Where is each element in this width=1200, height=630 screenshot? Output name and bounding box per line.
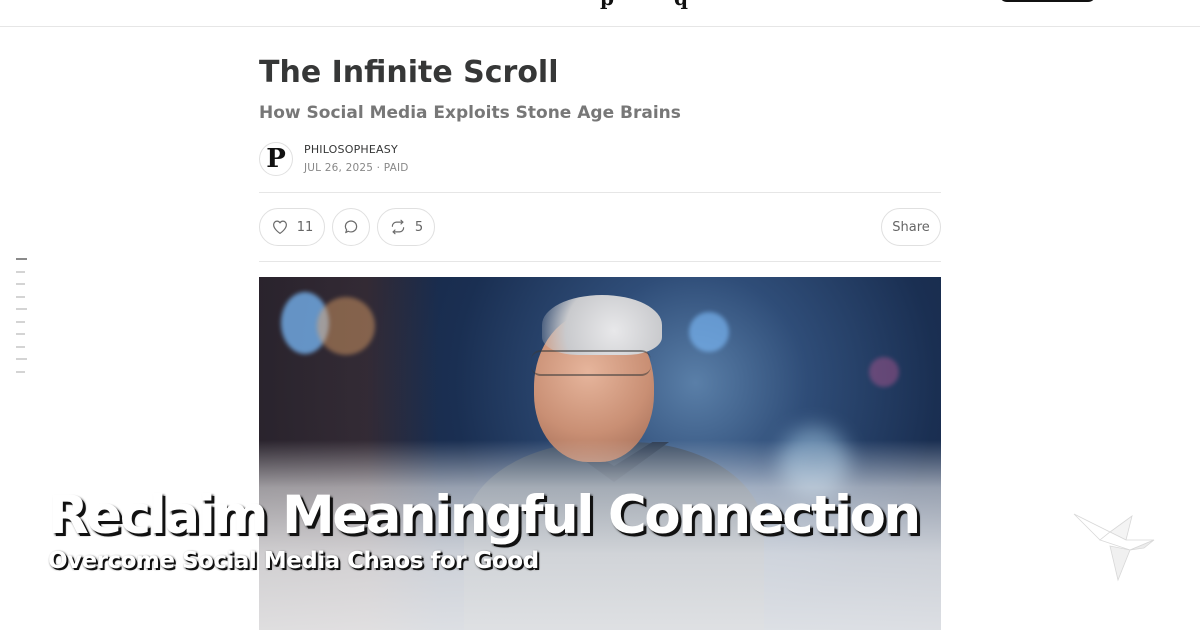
toc-line[interactable] xyxy=(16,258,27,260)
byline: P PHILOSOPHEASY JUL 26, 2025 · PAID xyxy=(259,140,941,176)
person-hair xyxy=(542,295,662,355)
post-actions: 11 5 Share xyxy=(259,208,941,246)
share-button[interactable]: Share xyxy=(881,208,941,246)
restack-count: 5 xyxy=(414,219,424,235)
author-name[interactable]: PHILOSOPHEASY xyxy=(304,143,398,156)
origami-bird-icon xyxy=(1073,513,1155,582)
banner-title: Reclaim Meaningful Connection xyxy=(48,485,921,546)
author-avatar[interactable]: P xyxy=(259,142,293,176)
publication-logo-fragment[interactable]: pq xyxy=(600,0,748,10)
comment-bubble-icon xyxy=(344,220,358,234)
toc-line[interactable] xyxy=(16,345,25,348)
toc-line[interactable] xyxy=(16,358,27,360)
toc-line[interactable] xyxy=(16,320,25,323)
toc-line[interactable] xyxy=(16,308,27,310)
banner-subtitle: Overcome Social Media Chaos for Good xyxy=(48,548,539,574)
toc-line[interactable] xyxy=(16,283,25,285)
restack-arrows-icon xyxy=(391,219,405,235)
article-subtitle: How Social Media Exploits Stone Age Brai… xyxy=(259,103,681,123)
toc-line[interactable] xyxy=(16,270,25,273)
like-count: 11 xyxy=(296,219,314,235)
article-title: The Infinite Scroll xyxy=(259,55,559,90)
bokeh-light xyxy=(689,312,729,352)
heart-icon xyxy=(272,220,287,234)
divider xyxy=(259,261,941,262)
like-button[interactable]: 11 xyxy=(259,208,325,246)
comment-button[interactable] xyxy=(332,208,370,246)
toc-line[interactable] xyxy=(16,333,25,335)
post-date-and-access: JUL 26, 2025 · PAID xyxy=(304,162,409,174)
divider xyxy=(259,192,941,193)
toc-line[interactable] xyxy=(16,370,25,373)
bokeh-light xyxy=(869,357,899,387)
table-of-contents-indicator[interactable] xyxy=(16,258,28,383)
top-navigation-bar: pq xyxy=(0,0,1200,27)
person-glasses xyxy=(531,350,651,376)
toc-line[interactable] xyxy=(16,295,25,298)
subscribe-button-fragment[interactable] xyxy=(999,0,1096,2)
restack-button[interactable]: 5 xyxy=(377,208,435,246)
bokeh-light xyxy=(317,297,375,355)
